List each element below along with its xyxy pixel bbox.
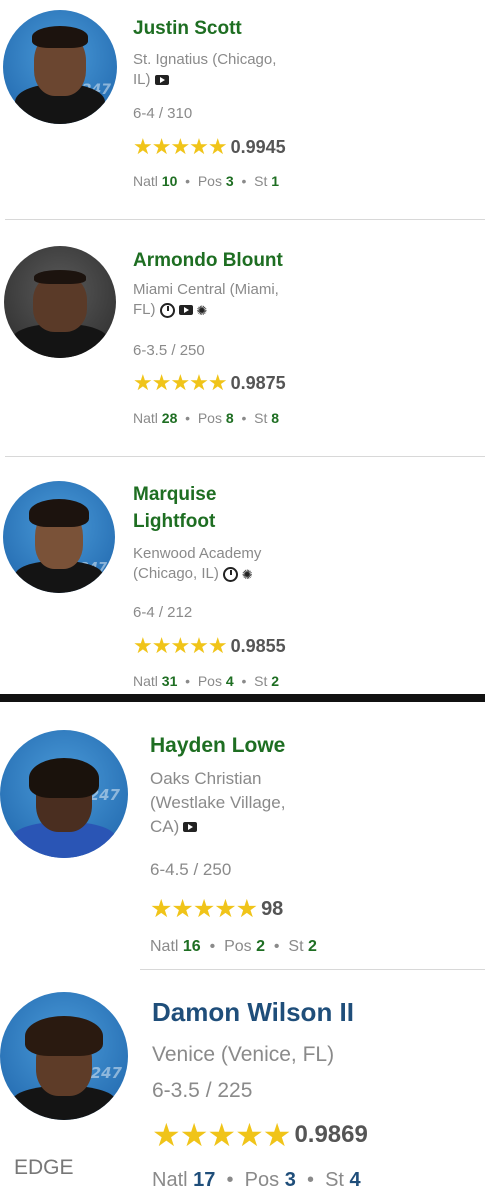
pos-rank: 4 bbox=[225, 673, 234, 689]
player-avatar: 247 bbox=[3, 10, 117, 124]
player-measurements: 6-3.5 / 250 bbox=[133, 342, 205, 359]
player-school: Kenwood Academy (Chicago, IL) ✺ bbox=[133, 545, 262, 584]
rating-score: 0.9945 bbox=[230, 136, 286, 157]
star-rating-icon: ★★★★★ bbox=[133, 370, 228, 395]
player-avatar bbox=[4, 246, 116, 358]
natl-rank: 17 bbox=[193, 1169, 216, 1191]
clock-icon[interactable] bbox=[159, 302, 175, 318]
player-school: Venice (Venice, FL) bbox=[152, 1043, 335, 1066]
player-avatar: 247 bbox=[0, 992, 128, 1120]
pos-rank: 3 bbox=[284, 1169, 296, 1191]
screenshot-seam bbox=[0, 694, 485, 702]
player-rating: ★★★★★ 0.9875 bbox=[133, 370, 286, 396]
natl-rank: 10 bbox=[161, 173, 178, 189]
player-card[interactable]: 247 Hayden Lowe Oaks Christian (Westlake… bbox=[0, 702, 485, 970]
player-name[interactable]: Justin Scott bbox=[133, 18, 242, 40]
nbc-peacock-icon[interactable]: ✺ bbox=[242, 566, 253, 584]
state-rank: 1 bbox=[271, 173, 280, 189]
player-school: St. Ignatius (Chicago, IL) bbox=[133, 51, 277, 89]
player-rating: ★★★★★ 0.9869 bbox=[152, 1116, 368, 1154]
youtube-icon[interactable] bbox=[154, 75, 169, 86]
star-rating-icon: ★★★★★ bbox=[133, 134, 228, 159]
player-card[interactable]: 247 Marquise Lightfoot Kenwood Academy (… bbox=[0, 457, 485, 697]
player-measurements: 6-3.5 / 225 bbox=[152, 1079, 253, 1102]
star-rating-icon: ★★★★★ bbox=[150, 895, 258, 923]
youtube-icon[interactable] bbox=[183, 822, 198, 833]
player-rankings: Natl 31 • Pos 4 • St 2 bbox=[133, 673, 280, 689]
natl-rank: 16 bbox=[182, 938, 201, 955]
player-school: Miami Central (Miami, FL) ✺ bbox=[133, 281, 279, 320]
clock-icon[interactable] bbox=[222, 566, 238, 582]
position-tag: EDGE bbox=[14, 1156, 74, 1179]
247-logo-watermark: 247 bbox=[90, 1064, 122, 1082]
player-rankings: Natl 17 • Pos 3 • St 4 bbox=[152, 1169, 361, 1191]
star-rating-icon: ★★★★★ bbox=[152, 1117, 291, 1153]
natl-rank: 28 bbox=[161, 410, 178, 426]
state-rank: 2 bbox=[308, 938, 317, 955]
pos-rank: 8 bbox=[225, 410, 234, 426]
player-rankings: Natl 16 • Pos 2 • St 2 bbox=[150, 938, 317, 955]
player-rating: ★★★★★ 0.9945 bbox=[133, 134, 286, 160]
player-name[interactable]: Marquise Lightfoot bbox=[133, 484, 216, 533]
pos-rank: 2 bbox=[256, 938, 266, 955]
player-rating: ★★★★★ 98 bbox=[150, 894, 283, 924]
player-school: Oaks Christian (Westlake Village, CA) bbox=[150, 769, 286, 836]
state-rank: 2 bbox=[271, 673, 280, 689]
youtube-icon[interactable] bbox=[178, 305, 193, 316]
player-card[interactable]: 247 Justin Scott St. Ignatius (Chicago, … bbox=[0, 0, 485, 220]
star-rating-icon: ★★★★★ bbox=[133, 633, 228, 658]
player-name[interactable]: Hayden Lowe bbox=[150, 734, 285, 758]
player-rankings: Natl 10 • Pos 3 • St 1 bbox=[133, 173, 280, 189]
pos-rank: 3 bbox=[225, 173, 234, 189]
player-measurements: 6-4 / 212 bbox=[133, 604, 193, 621]
natl-rank: 31 bbox=[161, 673, 178, 689]
rating-score: 0.9869 bbox=[294, 1121, 368, 1148]
player-name[interactable]: Armondo Blount bbox=[133, 250, 283, 272]
player-rating: ★★★★★ 0.9855 bbox=[133, 633, 286, 659]
player-avatar: 247 bbox=[0, 730, 128, 858]
player-card[interactable]: Armondo Blount Miami Central (Miami, FL)… bbox=[0, 220, 485, 457]
nbc-peacock-icon[interactable]: ✺ bbox=[197, 302, 208, 320]
rating-score: 98 bbox=[261, 897, 284, 920]
player-rankings: Natl 28 • Pos 8 • St 8 bbox=[133, 410, 280, 426]
player-card[interactable]: 247 EDGE Damon Wilson II Venice (Venice,… bbox=[0, 970, 485, 1199]
rating-score: 0.9855 bbox=[230, 635, 286, 656]
state-rank: 8 bbox=[271, 410, 280, 426]
player-measurements: 6-4 / 310 bbox=[133, 105, 193, 122]
state-rank: 4 bbox=[349, 1169, 361, 1191]
player-measurements: 6-4.5 / 250 bbox=[150, 860, 232, 879]
player-avatar: 247 bbox=[3, 481, 115, 593]
rating-score: 0.9875 bbox=[230, 372, 286, 393]
player-name[interactable]: Damon Wilson II bbox=[152, 997, 354, 1028]
